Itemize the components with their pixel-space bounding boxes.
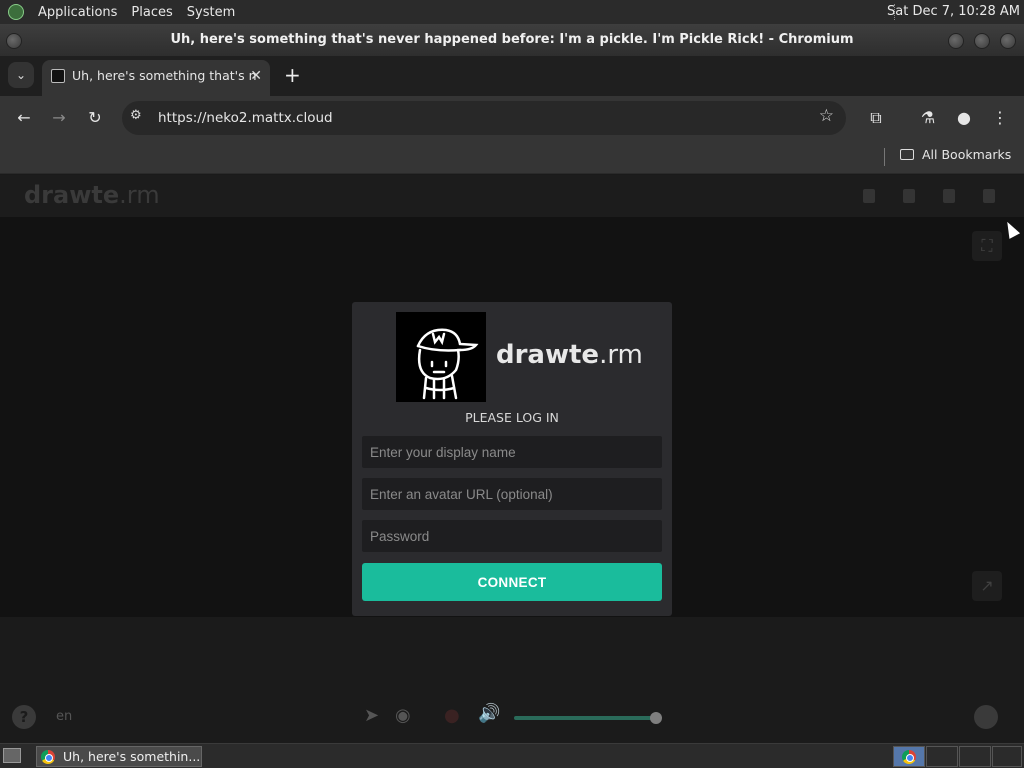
login-heading: PLEASE LOG IN [465,410,559,425]
file-icon[interactable] [943,189,955,203]
bookmarks-separator [884,148,885,166]
login-brand: drawte.rm [496,340,643,370]
neko-brand: drawte.rm [24,181,160,209]
menu-places[interactable]: Places [131,5,172,20]
cursor-control-icon[interactable]: ➤ [364,705,379,726]
bookmarks-bar: All Bookmarks [0,140,1024,174]
workspace-3[interactable] [959,746,991,767]
password-input[interactable] [362,520,662,552]
site-info-icon[interactable]: ⚙ [130,108,142,123]
address-bar[interactable]: ⚙ https://neko2.mattx.cloud ☆ [122,101,846,135]
tab-strip: ⌄ Uh, here's something that's n ✕ + [0,56,1024,96]
fullscreen-icon[interactable]: ⛶ [972,231,1002,261]
drawte-logo [396,312,486,402]
show-desktop-icon[interactable] [3,748,21,763]
new-tab-button[interactable]: + [284,62,301,88]
folder-icon [900,149,914,160]
all-bookmarks-label: All Bookmarks [922,147,1012,162]
browser-toolbar: ← → ↻ ⚙ https://neko2.mattx.cloud ☆ ⧉ ⚗ … [0,96,1024,140]
popout-icon[interactable]: ↗ [972,571,1002,601]
menu-system[interactable]: System [187,5,235,20]
menu-applications[interactable]: Applications [38,5,117,20]
volume-icon[interactable]: 🔊 [478,703,500,724]
profile-avatar-icon[interactable]: ● [952,106,976,130]
language-label[interactable]: en [56,709,72,724]
reload-icon[interactable]: ↻ [83,106,107,130]
all-bookmarks-button[interactable]: All Bookmarks [900,140,1011,170]
workspace-chromium-icon [902,750,916,764]
back-icon[interactable]: ← [12,106,36,130]
keyboard-icon[interactable] [863,189,875,203]
bookmark-star-icon[interactable]: ☆ [819,106,834,126]
avatar-url-input[interactable] [362,478,662,510]
connect-button[interactable]: CONNECT [362,563,662,601]
neko-header: drawte.rm [0,175,1024,217]
minimize-button[interactable] [948,33,964,49]
clock[interactable]: Sat Dec 7, 10:28 AM [887,4,1020,19]
labs-flask-icon[interactable]: ⚗ [916,106,940,130]
login-brand-bold: drawte [496,340,600,370]
bottom-taskbar: Uh, here's somethin... [0,743,1024,768]
workspace-4[interactable] [992,746,1022,767]
volume-slider-track[interactable] [514,716,656,720]
emoji-icon[interactable] [974,705,998,729]
login-dialog: drawte.rm PLEASE LOG IN CONNECT [352,302,672,616]
tab-active[interactable]: Uh, here's something that's n ✕ [42,60,270,96]
tab-title: Uh, here's something that's n [72,68,257,83]
url-text[interactable]: https://neko2.mattx.cloud [158,101,333,135]
workspace-1[interactable] [893,746,925,767]
favicon-icon [51,69,65,83]
neko-brand-thin: .rm [119,181,160,209]
volume-slider-knob[interactable] [650,712,662,724]
forward-icon[interactable]: → [47,106,71,130]
neko-brand-bold: drawte [24,181,120,209]
login-brand-thin: .rm [599,340,643,370]
stop-icon[interactable]: ● [444,705,460,726]
record-icon[interactable]: ◉ [395,705,411,726]
taskbar-task-label: Uh, here's somethin... [63,749,201,764]
lock-icon[interactable] [903,189,915,203]
close-window-button[interactable] [1000,33,1016,49]
chevron-down-icon: ⌄ [15,68,27,82]
system-top-panel: Applications Places System Sat Dec 7, 10… [0,0,1024,24]
close-tab-icon[interactable]: ✕ [250,60,262,92]
more-menu-icon[interactable]: ⋮ [988,106,1012,130]
workspace-2[interactable] [926,746,958,767]
extensions-icon[interactable]: ⧉ [864,106,888,130]
maximize-button[interactable] [974,33,990,49]
chromium-icon [41,750,55,764]
taskbar-chromium-window[interactable]: Uh, here's somethin... [36,746,202,767]
controls-bar: ? en ➤ ◉ ● 🔊 [0,617,1024,743]
window-menu-button[interactable] [6,33,22,49]
window-title: Uh, here's something that's never happen… [170,32,854,47]
menu-icon[interactable] [983,189,995,203]
help-icon[interactable]: ? [12,705,36,729]
display-name-input[interactable] [362,436,662,468]
tab-search-button[interactable]: ⌄ [8,62,34,88]
apps-logo-icon[interactable] [8,4,24,20]
web-content: drawte.rm ⛶ ↗ ? en ➤ ◉ ● 🔊 drawte.rm PLE… [0,175,1024,743]
window-titlebar[interactable]: Uh, here's something that's never happen… [0,24,1024,56]
